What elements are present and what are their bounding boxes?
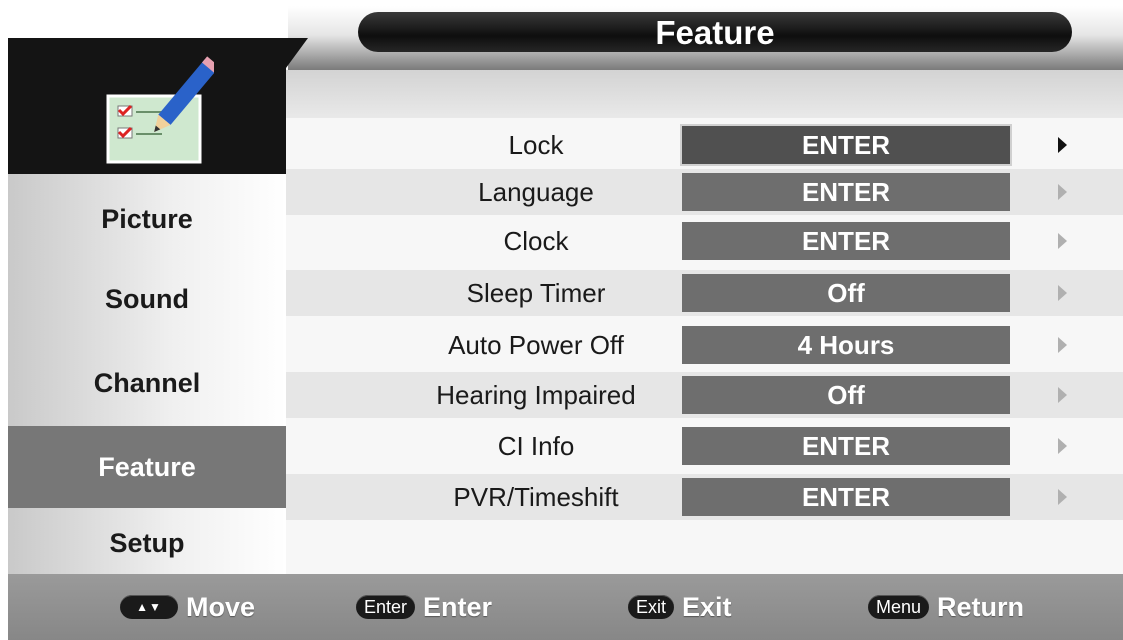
row-value-button[interactable]: ENTER [682,173,1010,211]
exit-key-icon: Exit [628,595,675,619]
row-label: Sleep Timer [466,278,606,308]
sidebar-item-channel[interactable]: Channel [8,360,286,406]
menu-row-pvr-timeshift[interactable]: PVR/Timeshift ENTER [286,474,1123,520]
tv-osd-menu: Feature Picture Sound Channel Feature Se… [0,0,1123,640]
row-value-button[interactable]: ENTER [682,222,1010,260]
checklist-pencil-icon [106,56,214,164]
right-arrow-icon [1058,184,1067,200]
sidebar-item-sound[interactable]: Sound [8,276,286,322]
hint-move: ▲▼ Move [120,574,255,640]
up-down-arrows-icon: ▲▼ [120,595,178,619]
right-arrow-icon [1058,233,1067,249]
row-label: CI Info [497,431,575,461]
row-value-button[interactable]: ENTER [682,427,1010,465]
sidebar-item-label: Setup [109,528,185,558]
hint-label: Return [937,591,1025,622]
sidebar-item-label: Picture [101,204,193,234]
menu-row-ci-info[interactable]: CI Info ENTER [286,423,1123,469]
hint-label: Enter [423,591,493,622]
row-label: Clock [503,226,569,256]
hint-exit: Exit Exit [628,574,732,640]
sidebar-item-picture[interactable]: Picture [8,196,286,242]
row-value-button[interactable]: ENTER [680,124,1012,166]
enter-key-icon: Enter [356,595,416,619]
right-arrow-icon [1058,337,1067,353]
content-header-strip [286,70,1123,118]
menu-row-language[interactable]: Language ENTER [286,169,1123,215]
row-label: Lock [508,130,564,160]
right-arrow-icon [1058,137,1067,153]
menu-row-hearing-impaired[interactable]: Hearing Impaired Off [286,372,1123,418]
category-sidebar: Picture Sound Channel Feature Setup [8,174,286,574]
right-arrow-icon [1058,489,1067,505]
sidebar-item-setup[interactable]: Setup [8,520,286,566]
sidebar-item-label: Channel [93,368,201,398]
feature-menu-panel: Lock ENTER Language ENTER Clock ENTER Sl… [286,70,1123,574]
feature-icon-panel [8,38,308,174]
menu-key-icon: Menu [868,595,930,619]
menu-row-auto-power-off[interactable]: Auto Power Off 4 Hours [286,322,1123,368]
key-hint-bar: ▲▼ Move Enter Enter Exit Exit Menu Retur… [8,574,1123,640]
tab-fold-decoration [286,38,308,68]
hint-label: Move [186,591,256,622]
hint-return: Menu Return [868,574,1024,640]
row-label: Auto Power Off [448,330,624,360]
row-label: Language [478,177,594,207]
right-arrow-icon [1058,387,1067,403]
menu-title: Feature [358,12,1072,52]
row-value-button[interactable]: Off [682,376,1010,414]
row-label: PVR/Timeshift [453,482,619,512]
menu-row-clock[interactable]: Clock ENTER [286,218,1123,264]
sidebar-item-label: Feature [98,452,196,482]
row-value-button[interactable]: 4 Hours [682,326,1010,364]
row-value-button[interactable]: Off [682,274,1010,312]
sidebar-item-feature[interactable]: Feature [8,426,286,508]
menu-row-lock[interactable]: Lock ENTER [286,122,1123,168]
hint-label: Exit [682,591,732,622]
row-label: Hearing Impaired [436,380,636,410]
sidebar-item-label: Sound [105,284,189,314]
right-arrow-icon [1058,438,1067,454]
hint-enter: Enter Enter [356,574,492,640]
right-arrow-icon [1058,285,1067,301]
row-value-button[interactable]: ENTER [682,478,1010,516]
menu-row-sleep-timer[interactable]: Sleep Timer Off [286,270,1123,316]
